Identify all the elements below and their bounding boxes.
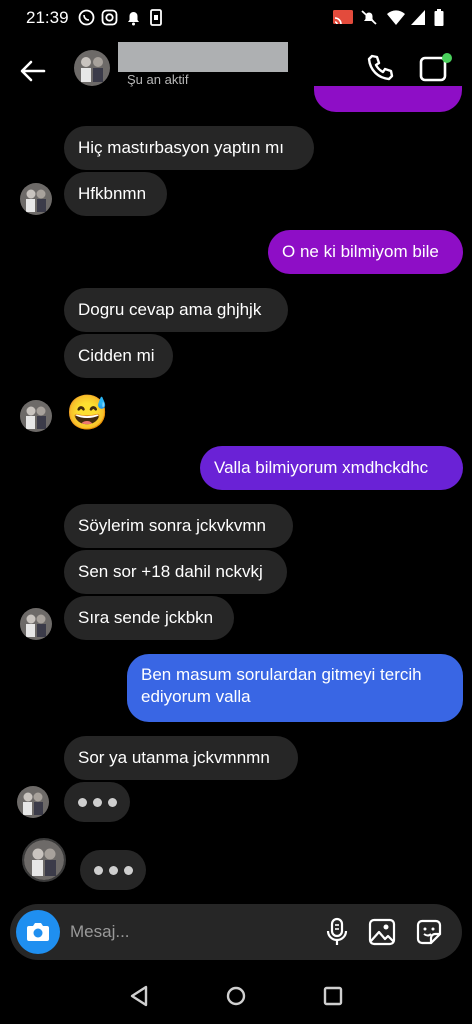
contact-avatar (20, 183, 52, 215)
typing-dot (123, 865, 133, 875)
message-bubble-incoming[interactable]: Hfkbnmn (64, 172, 167, 216)
message-bubble-incoming[interactable]: Dogru cevap ama ghjhjk (64, 288, 288, 332)
message-bubble-partial (314, 86, 462, 112)
message-bubble-outgoing[interactable]: Ben masum sorulardan gitmeyi tercih ediy… (127, 654, 463, 722)
contact-active-status: Şu an aktif (127, 72, 189, 87)
circle-home-icon[interactable] (224, 984, 248, 1008)
camera-button[interactable] (16, 910, 60, 954)
cast-icon (333, 10, 353, 25)
instagram-icon (101, 9, 118, 26)
typing-dot (77, 797, 87, 807)
contact-avatar (20, 608, 52, 640)
square-recents-icon[interactable] (321, 984, 345, 1008)
typing-dot (107, 797, 117, 807)
contact-avatar[interactable] (74, 50, 110, 86)
message-bubble-incoming[interactable]: Cidden mi (64, 334, 173, 378)
message-bubble-incoming[interactable]: Sıra sende jckbkn (64, 596, 234, 640)
message-bubble-incoming[interactable]: Söylerim sonra jckvkvmn (64, 504, 293, 548)
phone-icon[interactable] (364, 52, 396, 84)
typing-dot (108, 865, 118, 875)
contact-name-redacted[interactable] (118, 42, 288, 72)
video-camera-icon[interactable] (418, 52, 454, 84)
wifi-icon (387, 10, 405, 25)
message-bubble-incoming[interactable]: Sor ya utanma jckvmnmn (64, 736, 298, 780)
typing-indicator (80, 850, 146, 890)
message-bubble-outgoing[interactable]: O ne ki bilmiyom bile (268, 230, 463, 274)
message-bubble-outgoing[interactable]: Valla bilmiyorum xmdhckdhc (200, 446, 463, 490)
sticker-icon[interactable] (413, 916, 445, 948)
arrow-left-icon[interactable] (18, 56, 48, 86)
battery-icon (434, 9, 444, 26)
camera-icon (27, 923, 49, 941)
triangle-back-icon[interactable] (128, 984, 152, 1008)
sim-card-icon (150, 9, 162, 26)
status-time: 21:39 (26, 8, 69, 27)
emoji-message[interactable]: 😅 (66, 392, 108, 434)
typing-contact-avatar (22, 838, 66, 882)
message-bubble-incoming[interactable]: Sen sor +18 dahil nckvkj (64, 550, 287, 594)
signal-icon (411, 10, 425, 25)
message-bubble-incoming[interactable]: Hiç mastırbasyon yaptın mı (64, 126, 314, 170)
typing-indicator (64, 782, 130, 822)
notification-bell-icon (128, 12, 139, 26)
status-bar: 21:39 (0, 0, 472, 36)
microphone-icon[interactable] (322, 916, 352, 948)
message-composer: Mesaj... (10, 904, 462, 960)
typing-dot (92, 797, 102, 807)
contact-avatar (20, 400, 52, 432)
message-input[interactable]: Mesaj... (70, 922, 130, 942)
gallery-icon[interactable] (367, 916, 397, 948)
typing-dot (93, 865, 103, 875)
system-nav-bar (0, 968, 472, 1024)
mute-icon (361, 10, 377, 25)
whatsapp-icon (78, 9, 95, 26)
contact-avatar (17, 786, 49, 818)
